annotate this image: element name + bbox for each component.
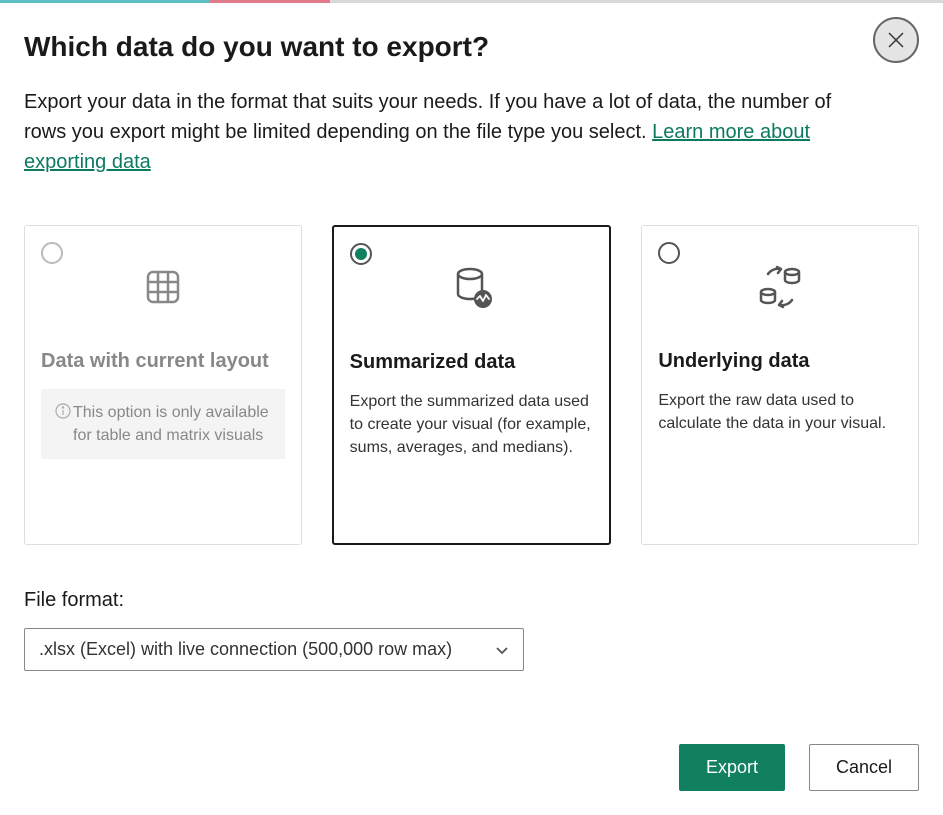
option-underlying[interactable]: Underlying data Export the raw data used… — [641, 225, 919, 545]
radio-current-layout — [41, 242, 63, 264]
option-desc: Export the raw data used to calculate th… — [658, 389, 902, 435]
radio-summarized[interactable] — [350, 243, 372, 265]
option-summarized[interactable]: Summarized data Export the summarized da… — [332, 225, 612, 545]
file-format-label: File format: — [24, 589, 919, 612]
database-transfer-icon — [658, 252, 902, 322]
dialog-intro: Export your data in the format that suit… — [24, 87, 874, 177]
database-summary-icon — [350, 253, 594, 323]
option-title: Underlying data — [658, 350, 902, 373]
file-format-select[interactable]: .xlsx (Excel) with live connection (500,… — [24, 628, 524, 671]
export-options: Data with current layout This option is … — [24, 225, 919, 545]
export-button[interactable]: Export — [679, 744, 785, 791]
dialog-title: Which data do you want to export? — [24, 31, 919, 63]
cancel-button[interactable]: Cancel — [809, 744, 919, 791]
export-dialog: Which data do you want to export? Export… — [0, 3, 943, 815]
option-title: Data with current layout — [41, 350, 285, 373]
option-current-layout: Data with current layout This option is … — [24, 225, 302, 545]
table-icon — [41, 252, 285, 322]
chevron-down-icon — [495, 642, 509, 658]
file-format-section: File format: .xlsx (Excel) with live con… — [24, 589, 919, 671]
close-button[interactable] — [873, 17, 919, 63]
dialog-footer: Export Cancel — [679, 744, 919, 791]
option-desc: Export the summarized data used to creat… — [350, 390, 594, 460]
info-icon — [55, 403, 71, 447]
option-title: Summarized data — [350, 351, 594, 374]
close-icon — [887, 31, 905, 49]
info-box: This option is only available for table … — [41, 389, 285, 459]
